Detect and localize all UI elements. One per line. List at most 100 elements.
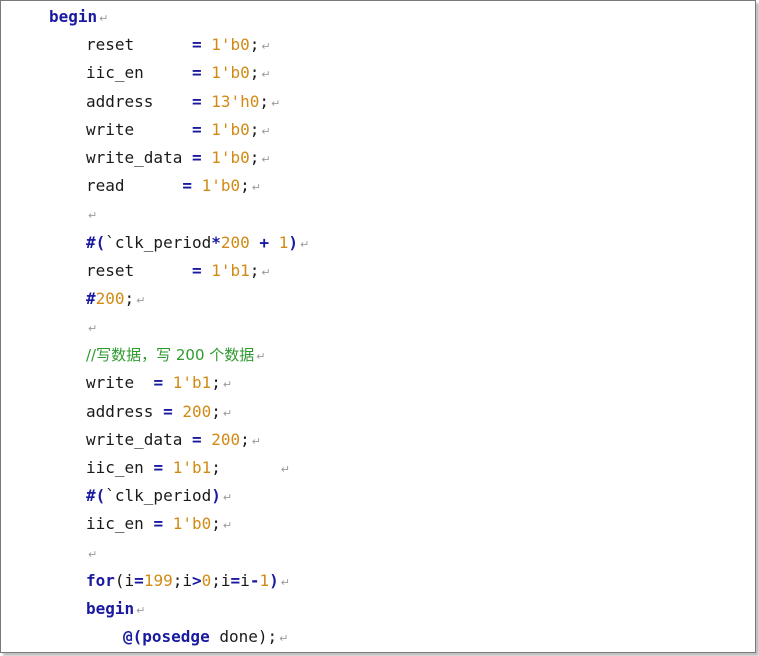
code-number: 13'h0 <box>211 91 260 111</box>
code-number: 1'b0 <box>201 176 241 196</box>
paragraph-mark-icon: ↵ <box>261 40 271 54</box>
code-line: #200; ↵ <box>1 285 755 313</box>
code-line: iic_en = 1'b0; ↵ <box>1 59 755 87</box>
code-keyword: ) <box>211 486 221 506</box>
code-text: ; <box>124 288 135 308</box>
code-text: ;i <box>211 570 231 590</box>
code-text: write <box>86 119 192 139</box>
code-number: 1'b1 <box>172 458 212 477</box>
paragraph-mark-icon: ↵ <box>222 491 233 505</box>
code-line: ↵ <box>1 200 755 228</box>
code-keyword: ) <box>288 232 298 252</box>
code-text: done); <box>209 627 278 647</box>
code-text: ; <box>249 63 260 83</box>
code-keyword: - <box>249 570 260 590</box>
code-text: reset <box>86 260 192 280</box>
code-text: iic_en <box>86 514 154 534</box>
code-text: write_data <box>86 429 192 449</box>
code-keyword: @( <box>123 627 143 647</box>
code-number: 1'b1 <box>172 373 212 393</box>
paragraph-mark-icon: ↵ <box>280 463 290 476</box>
code-text: ;i <box>172 570 192 590</box>
code-line: iic_en = 1'b1; ↵ <box>1 454 755 482</box>
code-number: 1'b0 <box>172 514 212 534</box>
code-keyword: begin <box>86 598 135 618</box>
code-keyword: = <box>191 119 202 139</box>
code-number: 0 <box>201 570 212 590</box>
paragraph-mark-icon: ↵ <box>222 378 233 392</box>
code-text: ; <box>211 514 221 534</box>
code-text: write_data <box>86 147 192 167</box>
code-keyword: = <box>191 260 202 280</box>
paragraph-mark-icon: ↵ <box>222 519 233 533</box>
code-keyword: = <box>134 570 144 590</box>
paragraph-mark-icon: ↵ <box>271 96 281 110</box>
code-text: ; <box>211 401 221 421</box>
code-keyword: = <box>191 35 202 55</box>
code-keyword: = <box>153 373 164 393</box>
code-text: i <box>240 570 250 590</box>
code-number: 200 <box>220 232 250 252</box>
code-line: #(`clk_period) ↵ <box>1 482 755 510</box>
code-line: write_data = 200; ↵ <box>1 426 755 454</box>
code-line: reset = 1'b0; ↵ <box>1 31 755 59</box>
code-keyword: ) <box>269 570 279 590</box>
code-number: 1'b1 <box>211 260 250 280</box>
paragraph-mark-icon: ↵ <box>136 603 146 617</box>
code-line: iic_en = 1'b0; ↵ <box>1 510 755 538</box>
paragraph-mark-icon: ↵ <box>251 181 261 195</box>
code-line: write = 1'b1; ↵ <box>1 369 755 397</box>
code-text: address <box>86 401 164 421</box>
document-page: begin ↵ reset = 1'b0; ↵ iic_en = 1'b0; ↵ addre… <box>0 0 756 653</box>
code-line: ↵ <box>1 539 755 567</box>
code-keyword: = <box>153 458 164 477</box>
code-keyword: for <box>86 570 115 590</box>
code-line: write_data = 1'b0; ↵ <box>1 144 755 172</box>
paragraph-mark-icon: ↵ <box>222 406 233 420</box>
paragraph-mark-icon: ↵ <box>280 575 290 589</box>
code-keyword: posedge <box>142 627 210 647</box>
paragraph-mark-icon: ↵ <box>261 265 271 279</box>
code-text: ; <box>211 458 279 477</box>
code-text: ; <box>249 35 260 55</box>
code-text: ; <box>240 429 250 449</box>
code-text: `clk_period <box>105 486 212 506</box>
code-keyword: = <box>191 63 202 83</box>
code-line: ↵ <box>1 313 755 341</box>
code-keyword: # <box>86 288 96 308</box>
paragraph-mark-icon: ↵ <box>88 209 98 223</box>
code-comment: //写数据，写 200 个数据 <box>86 346 255 365</box>
paragraph-mark-icon: ↵ <box>261 124 271 138</box>
code-text: ; <box>249 260 260 280</box>
code-keyword: * <box>211 232 221 252</box>
code-number: 200 <box>95 288 125 308</box>
code-keyword: #( <box>86 486 106 506</box>
code-line: read = 1'b0; ↵ <box>1 172 755 200</box>
paragraph-mark-icon: ↵ <box>261 68 271 82</box>
code-text: read <box>86 176 183 196</box>
code-keyword: #( <box>86 232 106 252</box>
code-keyword: = <box>163 401 173 421</box>
code-line: //写数据，写 200 个数据 ↵ <box>1 341 755 369</box>
code-block: begin ↵ reset = 1'b0; ↵ iic_en = 1'b0; ↵ addre… <box>1 3 755 651</box>
code-text: ; <box>211 373 221 393</box>
code-keyword: > <box>191 570 202 590</box>
code-line: @(posedge done); ↵ <box>1 623 755 651</box>
code-number: 200 <box>211 429 241 449</box>
code-text: ; <box>240 176 250 196</box>
code-number: 1 <box>259 570 270 590</box>
code-keyword: = <box>182 176 192 196</box>
paragraph-mark-icon: ↵ <box>279 632 289 646</box>
paragraph-mark-icon: ↵ <box>88 547 98 561</box>
